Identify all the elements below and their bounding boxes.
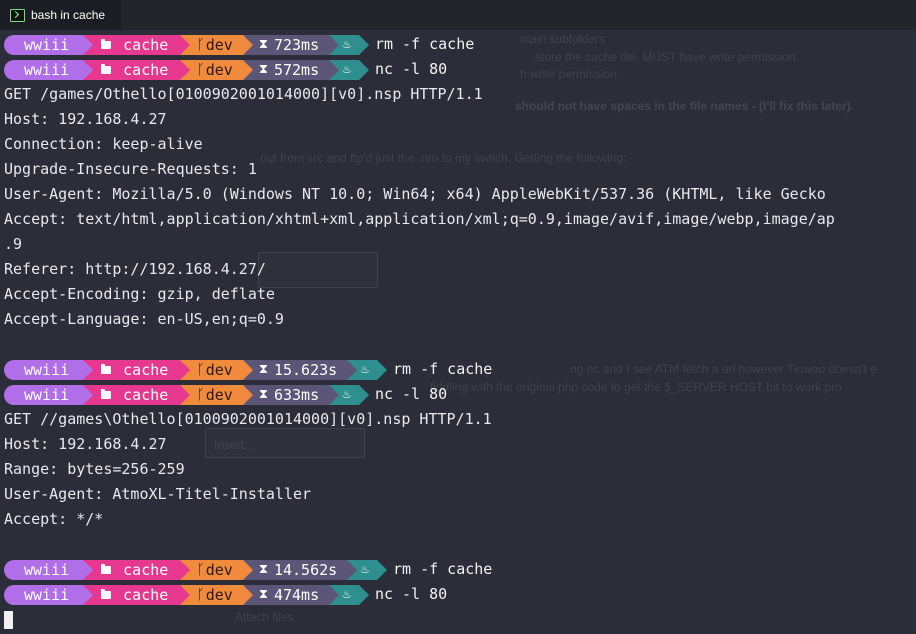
terminal-icon — [10, 8, 25, 22]
tab-title: bash in cache — [31, 8, 106, 22]
git-branch-icon: ᚴ — [196, 361, 205, 378]
prompt-cap — [4, 34, 14, 55]
command-text: nc -l 80 — [374, 385, 448, 403]
output-line: User-Agent: Mozilla/5.0 (Windows NT 10.0… — [0, 182, 916, 207]
prompt-dir-segment: cache — [83, 359, 191, 380]
hourglass-icon: ⧗ — [258, 386, 268, 402]
prompt-user-segment: wwiii — [14, 59, 94, 80]
flame-icon: ♨ — [361, 561, 369, 577]
terminal-output[interactable]: wwiii cache ᚴ dev ⧗ 723ms ♨ rm -f cache wwiii cac… — [0, 32, 916, 634]
output-text: Host: 192.168.4.27 — [4, 435, 167, 453]
flame-icon: ♨ — [343, 61, 351, 77]
prompt-user-segment: wwiii — [14, 559, 94, 580]
output-line: Host: 192.168.4.27 — [0, 432, 916, 457]
output-line: Accept: text/html,application/xhtml+xml,… — [0, 207, 916, 232]
flame-icon: ♨ — [343, 586, 351, 602]
text-cursor[interactable] — [4, 610, 13, 629]
output-text: Accept-Language: en-US,en;q=0.9 — [4, 310, 284, 328]
flame-icon: ♨ — [343, 36, 351, 52]
output-line: Range: bytes=256-259 — [0, 457, 916, 482]
input-line — [0, 607, 916, 632]
output-text: User-Agent: Mozilla/5.0 (Windows NT 10.0… — [4, 185, 826, 203]
output-line: Upgrade-Insecure-Requests: 1 — [0, 157, 916, 182]
git-branch-icon: ᚴ — [196, 36, 205, 53]
output-line: Accept: */* — [0, 507, 916, 532]
command-text: nc -l 80 — [374, 585, 448, 603]
prompt-user-segment: wwiii — [14, 384, 94, 405]
git-branch-icon: ᚴ — [196, 586, 205, 603]
git-branch-icon: ᚴ — [196, 561, 205, 578]
output-text: GET /games/Othello[0100902001014000][v0]… — [4, 85, 483, 103]
output-text: .9 — [4, 235, 23, 253]
prompt-cap — [4, 584, 14, 605]
hourglass-icon: ⧗ — [258, 36, 268, 52]
git-branch-icon: ᚴ — [196, 61, 205, 78]
output-text: GET //games\Othello[0100902001014000][v0… — [4, 410, 492, 428]
prompt-dir-segment: cache — [83, 584, 191, 605]
title-bar: bash in cache — [0, 0, 916, 30]
prompt-duration-segment: ⧗ 633ms — [242, 384, 340, 405]
command-text: rm -f cache — [374, 35, 475, 53]
prompt-dir-segment: cache — [83, 384, 191, 405]
prompt-line: wwiii cache ᚴ dev ⧗ 14.562s ♨ rm -f cache — [0, 557, 916, 582]
output-text: Accept: text/html,application/xhtml+xml,… — [4, 210, 835, 228]
prompt-user-segment: wwiii — [14, 359, 94, 380]
prompt-duration-segment: ⧗ 15.623s — [242, 359, 358, 380]
prompt-cap — [4, 559, 14, 580]
output-text: Accept: */* — [4, 510, 104, 528]
prompt-cap — [4, 359, 14, 380]
prompt-duration-segment: ⧗ 572ms — [242, 59, 340, 80]
output-line: Connection: keep-alive — [0, 132, 916, 157]
output-text: Range: bytes=256-259 — [4, 460, 185, 478]
output-line: GET /games/Othello[0100902001014000][v0]… — [0, 82, 916, 107]
prompt-line: wwiii cache ᚴ dev ⧗ 15.623s ♨ rm -f cache — [0, 357, 916, 382]
git-branch-icon: ᚴ — [196, 386, 205, 403]
hourglass-icon: ⧗ — [258, 561, 268, 577]
hourglass-icon: ⧗ — [258, 61, 268, 77]
command-text: rm -f cache — [393, 360, 493, 378]
hourglass-icon: ⧗ — [258, 586, 268, 602]
output-line: .9 — [0, 232, 916, 257]
flame-icon: ♨ — [361, 361, 369, 377]
output-line: Host: 192.168.4.27 — [0, 107, 916, 132]
hourglass-icon: ⧗ — [258, 361, 268, 377]
flame-icon: ♨ — [343, 386, 351, 402]
prompt-dir-segment: cache — [83, 559, 191, 580]
output-text: Accept-Encoding: gzip, deflate — [4, 285, 275, 303]
output-text: Referer: http://192.168.4.27/ — [4, 260, 266, 278]
command-text: nc -l 80 — [374, 60, 448, 78]
prompt-user-segment: wwiii — [14, 34, 94, 55]
prompt-dir-segment: cache — [83, 34, 191, 55]
prompt-duration-segment: ⧗ 723ms — [242, 34, 340, 55]
prompt-duration-segment: ⧗ 14.562s — [242, 559, 358, 580]
prompt-duration-segment: ⧗ 474ms — [242, 584, 340, 605]
prompt-dir-segment: cache — [83, 59, 191, 80]
command-text: rm -f cache — [393, 560, 493, 578]
output-text: Host: 192.168.4.27 — [4, 110, 167, 128]
prompt-line: wwiii cache ᚴ dev ⧗ 474ms ♨ nc -l 80 — [0, 582, 916, 607]
output-line: GET //games\Othello[0100902001014000][v0… — [0, 407, 916, 432]
folder-icon — [101, 363, 112, 374]
prompt-line: wwiii cache ᚴ dev ⧗ 723ms ♨ rm -f cache — [0, 32, 916, 57]
output-line: User-Agent: AtmoXL-Titel-Installer — [0, 482, 916, 507]
output-text: Upgrade-Insecure-Requests: 1 — [4, 160, 257, 178]
prompt-cap — [4, 384, 14, 405]
prompt-cap — [4, 59, 14, 80]
output-line: Accept-Encoding: gzip, deflate — [0, 282, 916, 307]
output-text: Connection: keep-alive — [4, 135, 203, 153]
folder-icon — [101, 38, 112, 49]
prompt-line: wwiii cache ᚴ dev ⧗ 633ms ♨ nc -l 80 — [0, 382, 916, 407]
output-line: Referer: http://192.168.4.27/ — [0, 257, 916, 282]
terminal-tab[interactable]: bash in cache — [0, 0, 122, 30]
output-text: User-Agent: AtmoXL-Titel-Installer — [4, 485, 312, 503]
folder-icon — [101, 588, 112, 599]
output-line: Accept-Language: en-US,en;q=0.9 — [0, 307, 916, 332]
folder-icon — [101, 63, 112, 74]
prompt-user-segment: wwiii — [14, 584, 94, 605]
folder-icon — [101, 388, 112, 399]
folder-icon — [101, 563, 112, 574]
prompt-line: wwiii cache ᚴ dev ⧗ 572ms ♨ nc -l 80 — [0, 57, 916, 82]
